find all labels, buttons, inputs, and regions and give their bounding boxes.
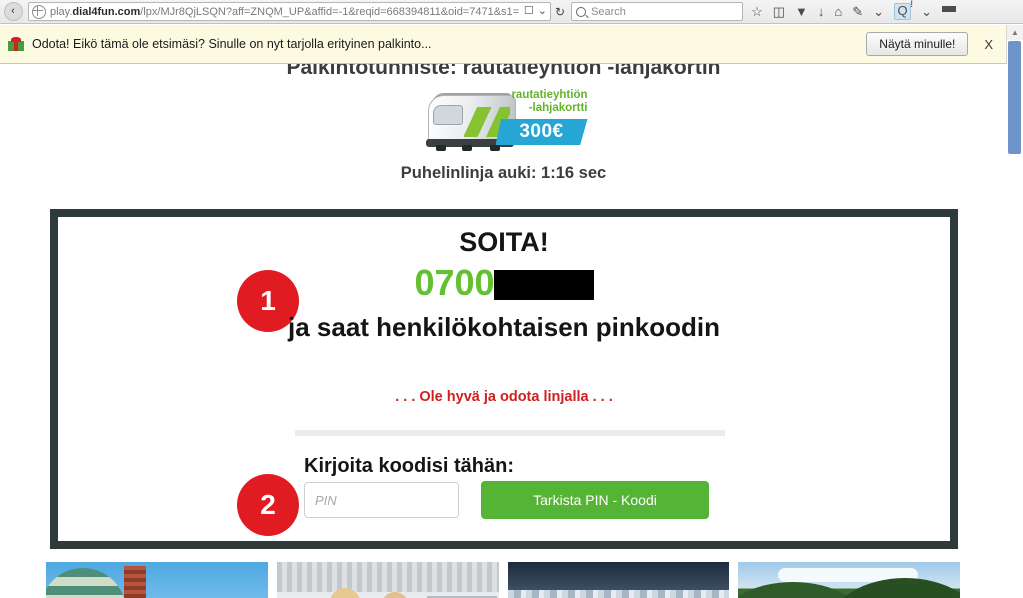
browser-toolbar: ‹ play. dial4fun.com/lpx/MJr8QjLSQN?aff=Z… [0,0,1023,24]
section-divider [295,430,725,436]
notification-bar: Odota! Eikö tämä ole etsimäsi? Sinulle o… [0,25,1007,64]
banner-line-1: rautatieyhtiön [511,89,588,101]
overflow-chevron-icon[interactable]: ⌄ [921,5,932,18]
site-globe-icon [32,4,46,19]
url-domain: dial4fun.com [72,5,141,18]
url-chevron-down-icon[interactable]: ⌄ [538,6,547,17]
downloads-icon[interactable]: ↓ [818,5,825,18]
page-scrollbar[interactable]: ▲ [1006,25,1023,598]
bookmark-star-icon[interactable]: ☆ [751,5,763,18]
pin-entry-label: Kirjoita koodisi tähän: [304,455,515,477]
price-badge: 300€ [495,119,588,145]
show-me-button[interactable]: Näytä minulle! [866,32,969,56]
check-pin-button[interactable]: Tarkista PIN - Koodi [481,481,709,519]
url-path: /lpx/MJr8QjLSQN?aff=ZNQM_UP&affid=-1&req… [140,5,520,18]
phone-line-status: Puhelinlinja auki: 1:16 sec [400,164,607,182]
addon-chevron-icon[interactable]: ⌄ [873,5,884,18]
step-2-badge: 2 [237,474,299,536]
banner-text: rautatieyhtiön -lahjakortti [504,89,588,115]
photo-green-valley [738,562,960,598]
back-button[interactable]: ‹ [0,1,26,23]
page-title: Palkintotunniste: rautatieyhtiön -lahjak… [286,64,721,79]
photo-snowy-forest [507,562,730,598]
scrollbar-thumb[interactable] [1008,41,1021,154]
search-icon [576,6,587,17]
pin-input[interactable] [304,482,459,518]
reader-list-icon[interactable]: ◫ [773,5,785,18]
call-heading: SOITA! [459,227,549,257]
phone-redaction-bar [493,270,594,300]
prize-banner: rautatieyhtiön -lahjakortti 300€ [0,82,1007,160]
toolbar-icon-group: ☆ ◫ ▼ ↓ ⌂ ✎ ⌄ Q! ⌄ [751,0,956,20]
qt-badge-icon: ! [910,0,914,9]
gift-box-icon [8,37,24,51]
hamburger-menu-icon[interactable] [941,6,956,17]
home-icon[interactable]: ⌂ [834,5,842,18]
addon-icon[interactable]: ✎ [852,5,863,18]
phone-number: 0700 [58,265,950,301]
reload-button[interactable]: ↻ [555,5,565,19]
search-placeholder: Search [591,5,626,18]
phone-prefix: 0700 [414,262,495,303]
url-prefix: play. [50,5,73,18]
address-bar[interactable]: play. dial4fun.com/lpx/MJr8QjLSQN?aff=ZNQ… [28,2,551,21]
photo-hot-air-balloon [46,562,268,598]
back-arrow-icon: ‹ [3,2,23,21]
photo-strip [46,562,960,598]
call-headline: ja saat henkilökohtaisen pinkoodin [288,312,720,342]
browser-window: ‹ play. dial4fun.com/lpx/MJr8QjLSQN?aff=Z… [0,0,1023,598]
train-gift-card-graphic: rautatieyhtiön -lahjakortti 300€ [420,85,588,157]
pocket-shield-icon[interactable]: ▼ [795,5,808,18]
search-input[interactable]: Search [571,2,744,21]
page-content: Palkintotunniste: rautatieyhtiön -lahjak… [0,64,1007,598]
photo-train-interior-passengers [276,562,499,598]
scroll-up-arrow-icon[interactable]: ▲ [1007,25,1023,40]
close-icon[interactable]: X [980,37,997,52]
main-card: 1 SOITA! 0700 ja saat henkilökohtaisen p… [50,209,958,549]
notification-message: Odota! Eikö tämä ole etsimäsi? Sinulle o… [32,37,432,51]
banner-line-2: -lahjakortti [528,102,588,115]
qt-notification-icon[interactable]: Q! [894,0,914,20]
reader-mode-icon[interactable]: ☐ [524,6,534,17]
waiting-message: . . . Ole hyvä ja odota linjalla . . . [395,389,613,405]
